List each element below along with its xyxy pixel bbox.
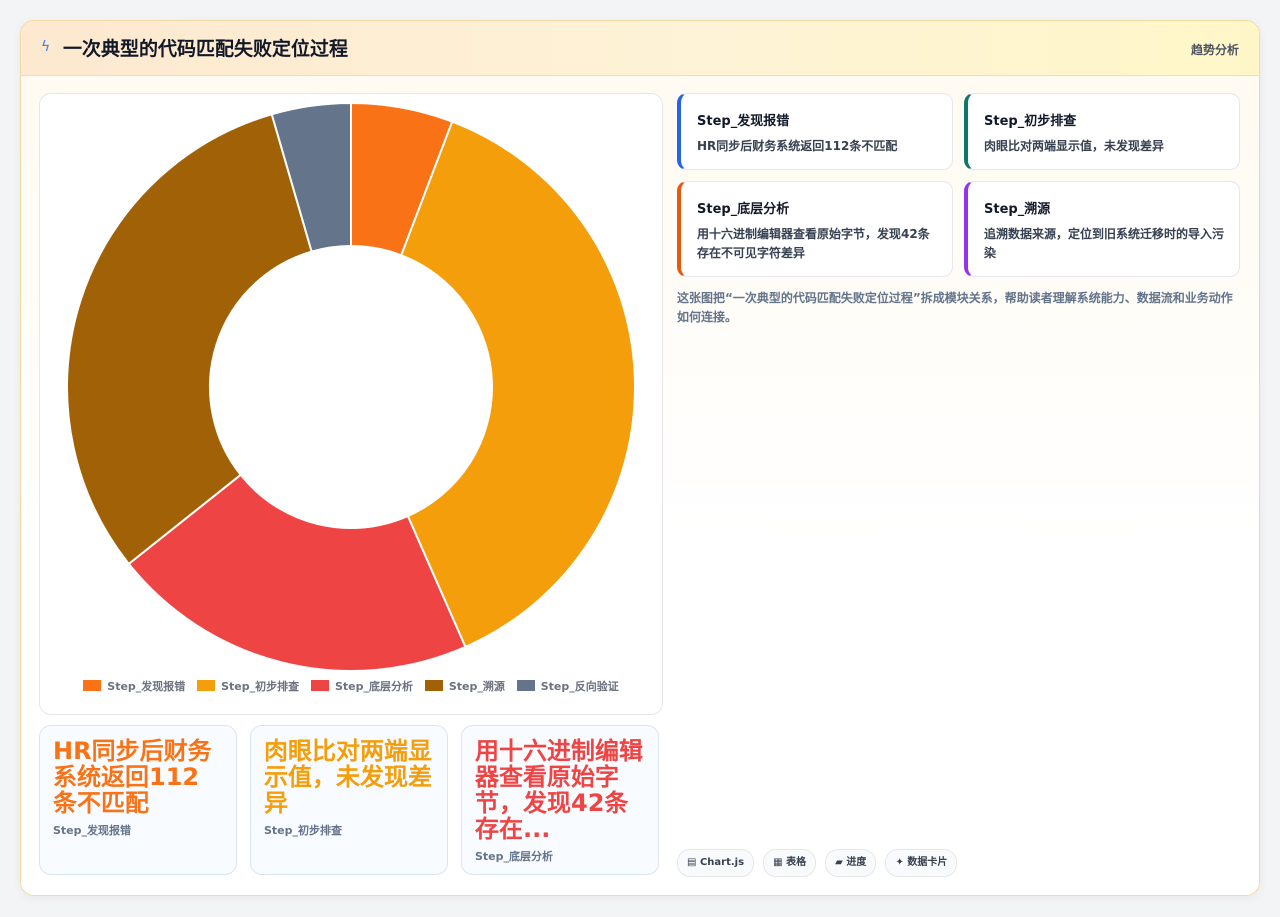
legend-swatch bbox=[310, 680, 329, 691]
metric-card: HR同步后财务系统返回112条不匹配 Step_发现报错 bbox=[39, 725, 237, 875]
table-icon: ▦ bbox=[773, 857, 783, 868]
sparkle-icon: ✦ bbox=[895, 857, 904, 868]
step-title: Step_底层分析 bbox=[697, 202, 790, 217]
doughnut-chart-card: Step_发现报错 Step_初步排查 Step_底层分析 Step_溯源 St… bbox=[39, 93, 663, 715]
legend-item[interactable]: Step_溯源 bbox=[424, 678, 505, 694]
step-description: HR同步后财务系统返回112条不匹配 bbox=[697, 139, 898, 153]
metric-card: 肉眼比对两端显示值，未发现差异 Step_初步排查 bbox=[250, 725, 448, 875]
legend-swatch bbox=[83, 680, 102, 691]
panel-header: ϟ 一次典型的代码匹配失败定位过程 趋势分析 bbox=[21, 21, 1259, 76]
metric-label: Step_发现报错 bbox=[53, 824, 132, 837]
metric-label: Step_底层分析 bbox=[475, 850, 554, 863]
step-description: 追溯数据来源，定位到旧系统迁移时的导入污染 bbox=[984, 227, 1225, 260]
step-card: Step_溯源 追溯数据来源，定位到旧系统迁移时的导入污染 bbox=[964, 181, 1240, 277]
donut-slice-3[interactable] bbox=[66, 113, 313, 566]
tag-data-cards[interactable]: ✦ 数据卡片 bbox=[885, 849, 958, 877]
step-description: 用十六进制编辑器查看原始字节，发现42条存在不可见字符差异 bbox=[697, 227, 930, 260]
trend-analysis-link[interactable]: 趋势分析 bbox=[1191, 41, 1239, 58]
bolt-icon: ϟ bbox=[41, 39, 51, 55]
step-card: Step_底层分析 用十六进制编辑器查看原始字节，发现42条存在不可见字符差异 bbox=[677, 181, 953, 277]
tag-list: ▤ Chart.js ▦ 表格 ▰ 进度 ✦ 数据卡片 bbox=[677, 849, 961, 877]
tag-table[interactable]: ▦ 表格 bbox=[763, 849, 817, 877]
step-title: Step_溯源 bbox=[984, 202, 1051, 217]
chart-legend: Step_发现报错 Step_初步排查 Step_底层分析 Step_溯源 St… bbox=[40, 678, 662, 696]
legend-item[interactable]: Step_底层分析 bbox=[310, 678, 413, 694]
step-card: Step_初步排查 肉眼比对两端显示值，未发现差异 bbox=[964, 93, 1240, 170]
legend-swatch bbox=[516, 680, 535, 691]
dashboard-panel: ϟ 一次典型的代码匹配失败定位过程 趋势分析 Step_发现报错 Step_初步… bbox=[20, 20, 1260, 896]
metric-value: 肉眼比对两端显示值，未发现差异 bbox=[264, 738, 432, 816]
doughnut-chart bbox=[66, 101, 636, 672]
legend-swatch bbox=[197, 680, 216, 691]
step-card: Step_发现报错 HR同步后财务系统返回112条不匹配 bbox=[677, 93, 953, 170]
legend-item[interactable]: Step_初步排查 bbox=[197, 678, 299, 694]
page-title: 一次典型的代码匹配失败定位过程 bbox=[63, 38, 349, 60]
legend-item[interactable]: Step_反向验证 bbox=[516, 678, 619, 694]
legend-item[interactable]: Step_发现报错 bbox=[83, 678, 185, 694]
metric-value: 用十六进制编辑器查看原始字节，发现42条存在... bbox=[475, 738, 643, 842]
metric-value: HR同步后财务系统返回112条不匹配 bbox=[53, 738, 212, 816]
tag-progress[interactable]: ▰ 进度 bbox=[825, 849, 877, 877]
donut-slice-1[interactable] bbox=[399, 120, 636, 649]
step-title: Step_初步排查 bbox=[984, 114, 1077, 129]
metric-card: 用十六进制编辑器查看原始字节，发现42条存在... Step_底层分析 bbox=[461, 725, 659, 875]
step-description: 肉眼比对两端显示值，未发现差异 bbox=[984, 139, 1165, 153]
step-title: Step_发现报错 bbox=[697, 114, 790, 129]
metric-label: Step_初步排查 bbox=[264, 824, 343, 837]
chart-icon: ▤ bbox=[687, 857, 697, 868]
chart-description: 这张图把“一次典型的代码匹配失败定位过程”拆成模块关系，帮助读者理解系统能力、数… bbox=[677, 291, 1233, 324]
tag-chartjs[interactable]: ▤ Chart.js bbox=[677, 849, 755, 877]
legend-swatch bbox=[424, 680, 443, 691]
folder-icon: ▰ bbox=[835, 857, 843, 868]
